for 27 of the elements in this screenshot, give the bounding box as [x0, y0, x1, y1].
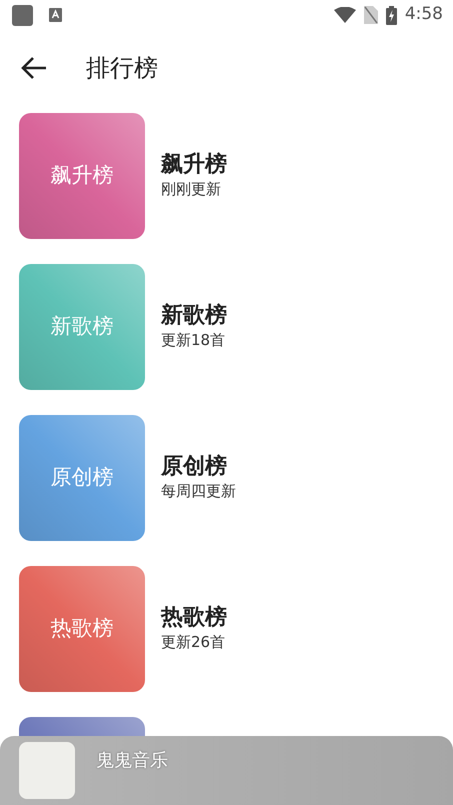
no-sim-icon [364, 6, 378, 24]
chart-title[interactable]: 原创榜 [161, 454, 236, 480]
keyboard-notification-icon [49, 8, 62, 22]
wifi-icon [334, 7, 356, 23]
chart-update-info: 刚刚更新 [161, 178, 222, 200]
chart-cover[interactable]: 原创榜 [19, 415, 145, 541]
chart-cover[interactable]: 飙升榜 [19, 113, 145, 239]
cover-label: 热歌榜 [50, 615, 114, 642]
cover-label: 原创榜 [50, 464, 114, 492]
chart-cover[interactable]: 新歌榜 [19, 264, 145, 390]
album-art [19, 742, 75, 799]
player-bar[interactable]: 鬼鬼音乐 [0, 736, 453, 805]
status-time: 4:58 [404, 3, 443, 26]
app-notification-icon [12, 4, 33, 26]
chart-update-info: 每周四更新 [161, 480, 236, 502]
page-title: 排行榜 [86, 52, 158, 84]
chart-cover[interactable]: 热歌榜 [19, 566, 145, 692]
song-title: 鬼鬼音乐 [96, 749, 168, 773]
chart-update-info: 更新18首 [161, 330, 226, 351]
back-button[interactable] [20, 55, 48, 80]
battery-charging-icon [386, 6, 397, 24]
cover-label: 新歌榜 [50, 313, 114, 340]
chart-title[interactable]: 新歌榜 [161, 302, 227, 329]
chart-title[interactable]: 飙升榜 [161, 152, 227, 178]
chart-update-info: 更新26首 [161, 632, 226, 653]
chart-title[interactable]: 热歌榜 [161, 604, 227, 631]
cover-label: 飙升榜 [50, 162, 114, 190]
